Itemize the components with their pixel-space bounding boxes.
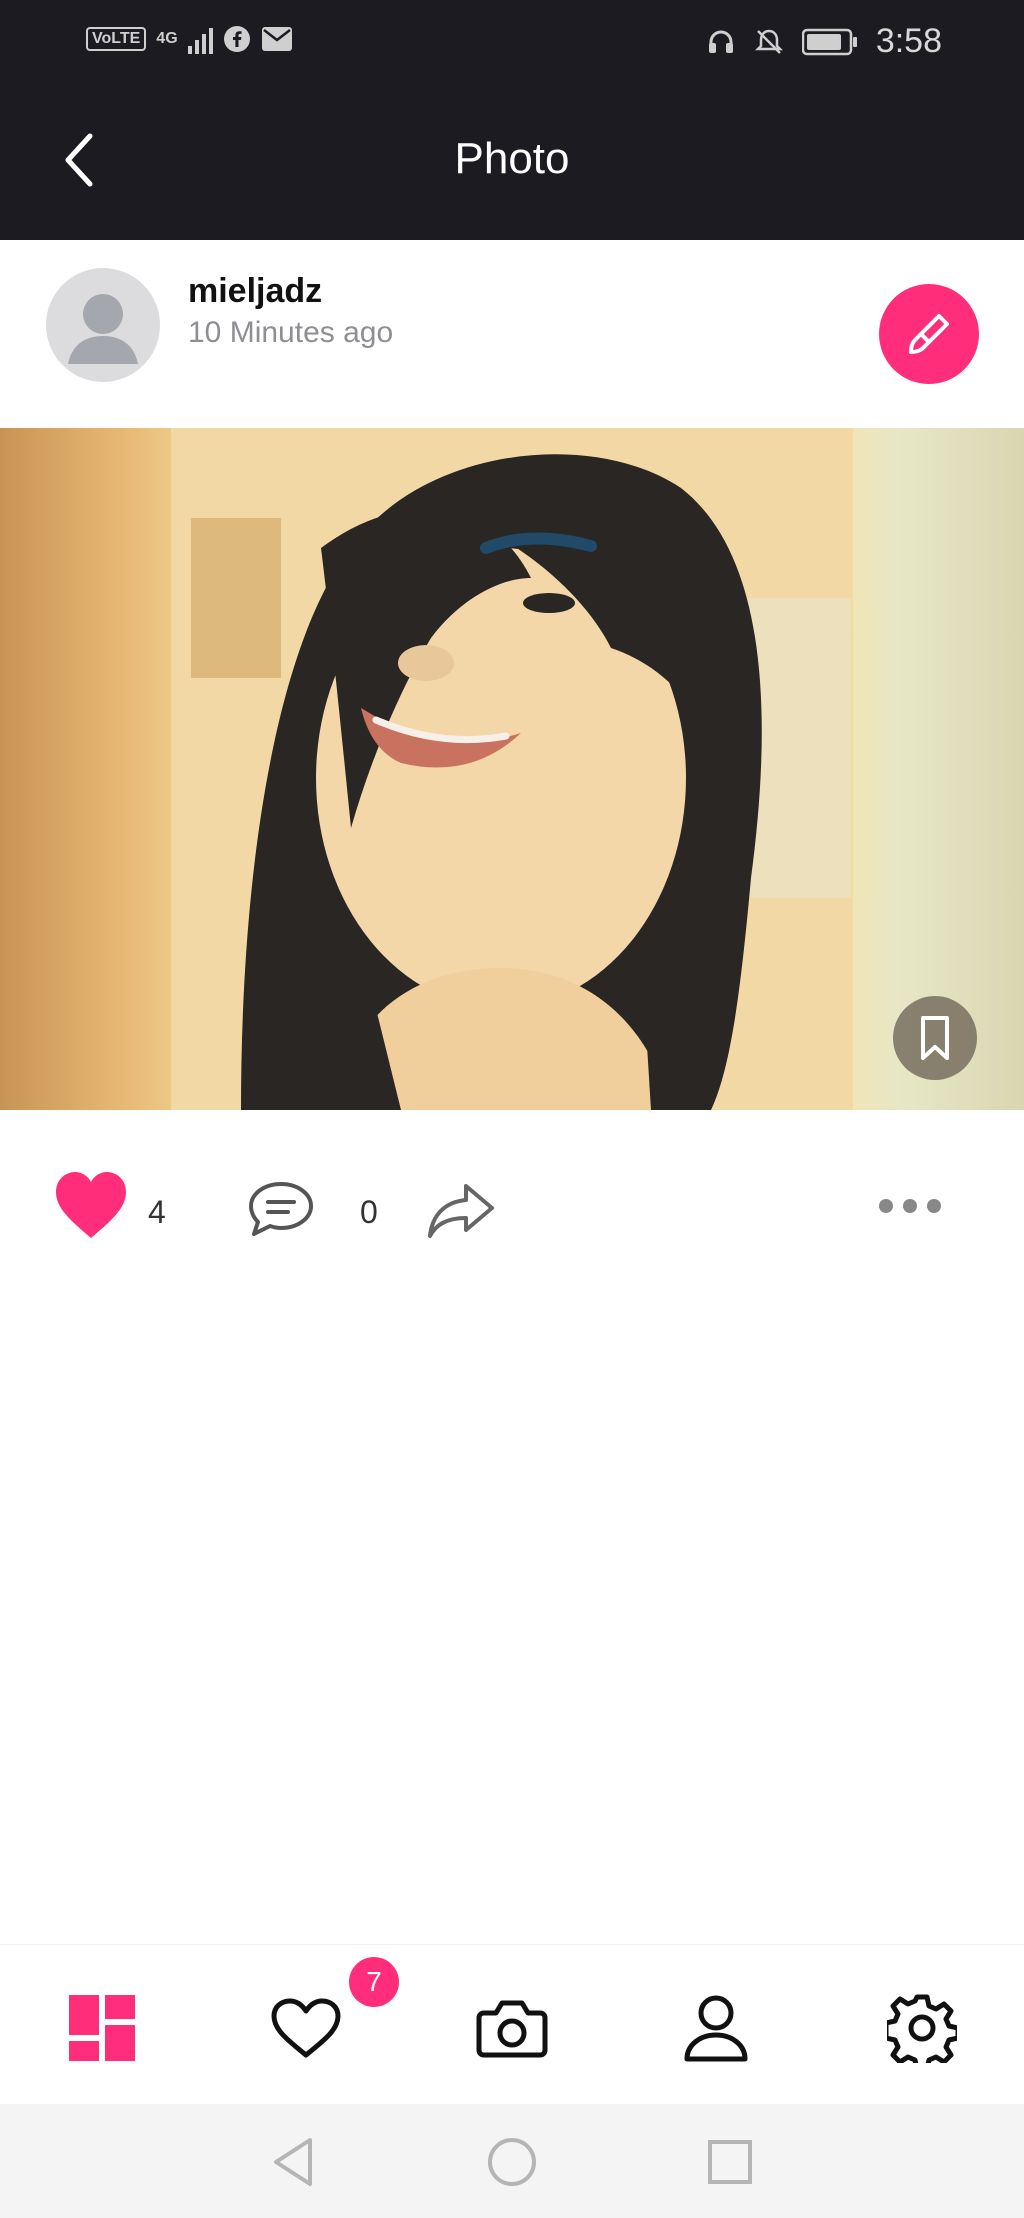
bookmark-button[interactable] <box>893 996 977 1080</box>
network-type: 4G <box>156 30 178 47</box>
more-options-button[interactable] <box>878 1196 942 1221</box>
comment-icon <box>249 1182 313 1236</box>
status-bar: VoLTE 4G 3:58 <box>0 0 1024 80</box>
nav-favorites[interactable] <box>270 1992 342 2064</box>
volte-indicator: VoLTE <box>86 27 147 51</box>
settings-icon <box>887 1994 957 2063</box>
like-count: 4 <box>148 1194 166 1230</box>
user-placeholder-icon <box>68 294 138 364</box>
like-button[interactable] <box>54 1170 128 1245</box>
nav-settings[interactable] <box>886 1992 958 2064</box>
square-recents-icon <box>708 2140 752 2184</box>
photo-image <box>171 428 853 1110</box>
system-recents-button[interactable] <box>700 2136 760 2188</box>
profile-icon <box>684 1995 748 2062</box>
share-button[interactable] <box>426 1182 496 1245</box>
camera-icon <box>476 2000 548 2058</box>
feed-icon <box>69 1995 135 2061</box>
comment-button[interactable] <box>248 1180 314 1243</box>
favorites-badge: 7 <box>349 1957 399 2007</box>
page-title: Photo <box>454 134 570 183</box>
system-back-button[interactable] <box>264 2136 324 2188</box>
battery-icon <box>801 28 857 55</box>
clock: 3:58 <box>875 22 942 60</box>
circle-home-icon <box>488 2138 536 2186</box>
more-dots-icon <box>879 1199 941 1213</box>
username[interactable]: mieljadz <box>188 272 322 311</box>
favorites-icon <box>271 1998 341 2058</box>
mute-icon <box>754 29 783 54</box>
system-home-button[interactable] <box>482 2136 542 2188</box>
signal-icon <box>187 24 213 54</box>
nav-profile[interactable] <box>680 1992 752 2064</box>
post-photo[interactable] <box>171 428 853 1110</box>
nav-feed[interactable] <box>66 1992 138 2064</box>
edit-button[interactable] <box>879 284 979 384</box>
bookmark-icon <box>921 1016 949 1060</box>
facebook-icon <box>223 26 250 52</box>
paintbrush-icon <box>909 314 949 354</box>
share-icon <box>428 1184 494 1238</box>
mail-icon <box>261 27 292 51</box>
post-time: 10 Minutes ago <box>188 316 394 349</box>
triangle-back-icon <box>274 2138 312 2186</box>
avatar[interactable] <box>46 268 160 382</box>
heart-filled-icon <box>56 1172 126 1238</box>
comment-count: 0 <box>360 1194 378 1230</box>
headset-icon <box>708 30 733 53</box>
nav-camera[interactable] <box>476 1992 548 2064</box>
